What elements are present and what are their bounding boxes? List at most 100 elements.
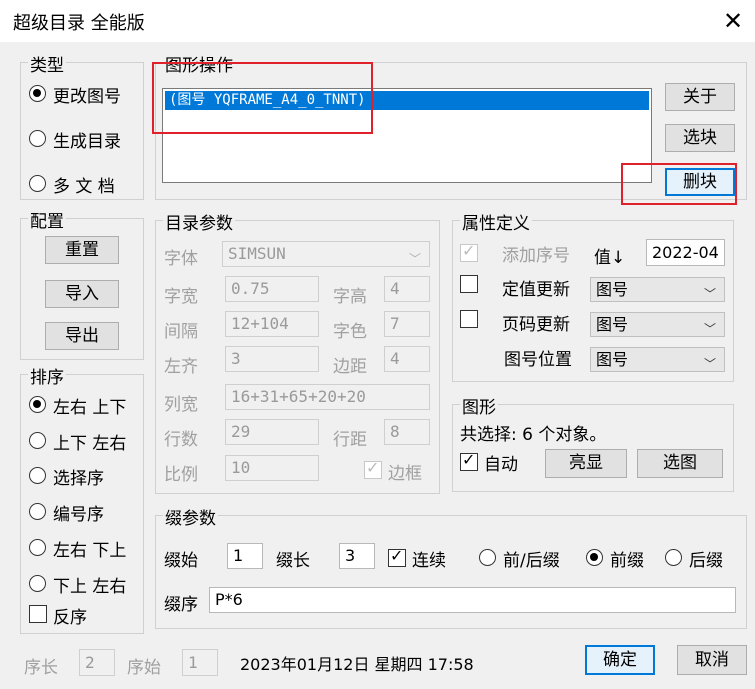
- radio-suffix[interactable]: [665, 549, 682, 566]
- datetime-text: 2023年01月12日 星期四 17:58: [240, 655, 474, 674]
- radio-prefix-suffix-label: 前/后缀: [503, 551, 560, 571]
- radio-sort-lr-tb-label: 左右 上下: [53, 398, 127, 418]
- sort-legend: 排序: [28, 363, 66, 388]
- add-seq-label: 添加序号: [502, 246, 570, 266]
- add-seq-checkbox[interactable]: ✓: [460, 241, 478, 262]
- radio-sort-lr-tb[interactable]: [29, 396, 46, 413]
- row-spacing-label: 行距: [333, 430, 367, 450]
- radio-sort-bt-lr[interactable]: [29, 575, 46, 592]
- seq-length-label: 序长: [24, 658, 58, 678]
- reverse-label: 反序: [53, 608, 87, 628]
- page-update-label: 页码更新: [502, 315, 570, 335]
- radio-prefix-suffix[interactable]: [479, 549, 496, 566]
- char-color-label: 字色: [333, 322, 367, 342]
- page-update-select[interactable]: 图号 ﹀: [590, 312, 725, 337]
- chevron-down-icon: ﹀: [408, 252, 421, 266]
- radio-sort-lr-bt-label: 左右 下上: [53, 541, 127, 561]
- radio-multi-doc-label: 多 文 档: [53, 177, 115, 197]
- level-params-legend: 缀参数: [163, 504, 218, 529]
- radio-generate-catalog[interactable]: [29, 130, 46, 147]
- radio-sort-number-label: 编号序: [53, 505, 104, 525]
- config-legend: 配置: [28, 207, 66, 232]
- value-input[interactable]: 2022-04: [646, 239, 725, 266]
- page-update-checkbox[interactable]: [460, 310, 478, 328]
- highlight-box-delete: [621, 163, 737, 205]
- import-button[interactable]: 导入: [45, 280, 119, 308]
- font-value: SIMSUN: [228, 244, 286, 263]
- radio-sort-selection[interactable]: [29, 467, 46, 484]
- type-legend: 类型: [28, 51, 66, 76]
- continuous-checkbox[interactable]: ✓: [388, 546, 406, 567]
- shape-legend: 图形: [460, 393, 498, 418]
- reverse-checkbox[interactable]: [29, 605, 47, 623]
- font-label: 字体: [164, 249, 198, 269]
- radio-sort-lr-bt[interactable]: [29, 539, 46, 556]
- window-title: 超级目录 全能版: [13, 13, 145, 34]
- left-align-field[interactable]: 3: [225, 346, 319, 372]
- auto-checkbox[interactable]: ✓: [460, 450, 478, 471]
- radio-multi-doc[interactable]: [29, 175, 46, 192]
- radio-sort-tb-lr[interactable]: [29, 432, 46, 449]
- border-label: 边框: [388, 464, 422, 484]
- radio-prefix[interactable]: [586, 549, 603, 566]
- level-order-field[interactable]: P*6: [209, 587, 736, 613]
- select-shape-button[interactable]: 选图: [637, 449, 723, 478]
- fixed-update-checkbox[interactable]: [460, 275, 478, 293]
- ok-button[interactable]: 确定: [585, 645, 655, 675]
- radio-change-number-label: 更改图号: [53, 87, 121, 107]
- auto-label: 自动: [484, 455, 518, 475]
- fixed-update-label: 定值更新: [502, 280, 570, 300]
- char-color-field[interactable]: 7: [384, 311, 430, 337]
- level-length-label: 缀长: [276, 551, 310, 571]
- chevron-down-icon: ﹀: [703, 357, 716, 371]
- row-count-field[interactable]: 29: [225, 419, 319, 445]
- char-height-field[interactable]: 4: [384, 276, 430, 302]
- reset-button[interactable]: 重置: [45, 236, 119, 264]
- cancel-button[interactable]: 取消: [677, 645, 747, 675]
- fixed-update-value: 图号: [596, 280, 629, 299]
- level-start-label: 缀始: [164, 551, 198, 571]
- spacing-field[interactable]: 12+104: [225, 311, 319, 337]
- seq-start-field[interactable]: 1: [182, 649, 218, 676]
- radio-change-number[interactable]: [29, 85, 46, 102]
- level-length-field[interactable]: 3: [339, 543, 375, 569]
- fixed-update-select[interactable]: 图号 ﹀: [590, 277, 725, 302]
- about-button[interactable]: 关于: [665, 83, 735, 111]
- attr-def-legend: 属性定义: [460, 209, 532, 234]
- row-count-label: 行数: [164, 430, 198, 450]
- radio-sort-number[interactable]: [29, 503, 46, 520]
- spacing-label: 间隔: [164, 322, 198, 342]
- margin-field[interactable]: 4: [384, 346, 430, 372]
- row-spacing-field[interactable]: 8: [384, 419, 430, 445]
- dialog-window: 超级目录 全能版 ✕ 类型 更改图号 生成目录 多 文 档 图形操作 (图号 Y…: [0, 0, 755, 689]
- drawing-pos-value: 图号: [596, 350, 629, 369]
- radio-prefix-label: 前缀: [610, 551, 644, 571]
- export-button[interactable]: 导出: [45, 322, 119, 350]
- col-width-field[interactable]: 16+31+65+20+20: [225, 384, 430, 410]
- radio-sort-tb-lr-label: 上下 左右: [53, 434, 127, 454]
- selection-count-text: 共选择: 6 个对象。: [460, 425, 607, 445]
- border-checkbox[interactable]: ✓: [364, 458, 382, 479]
- col-width-label: 列宽: [164, 395, 198, 415]
- close-icon[interactable]: ✕: [718, 6, 748, 36]
- scale-field[interactable]: 10: [225, 455, 319, 481]
- char-height-label: 字高: [333, 287, 367, 307]
- check-icon: ✓: [462, 450, 476, 469]
- value-sort-label[interactable]: 值↓: [594, 243, 625, 268]
- char-width-label: 字宽: [164, 287, 198, 307]
- left-align-label: 左齐: [164, 357, 198, 377]
- font-select[interactable]: SIMSUN ﹀: [222, 241, 430, 267]
- seq-start-label: 序始: [127, 658, 161, 678]
- highlight-box-list: [152, 62, 373, 134]
- catalog-params-legend: 目录参数: [163, 209, 235, 234]
- highlight-button[interactable]: 亮显: [545, 449, 627, 478]
- chevron-down-icon: ﹀: [703, 322, 716, 336]
- select-block-button[interactable]: 选块: [665, 124, 735, 152]
- seq-length-field[interactable]: 2: [79, 649, 115, 676]
- margin-label: 边距: [333, 357, 367, 377]
- level-start-field[interactable]: 1: [227, 543, 263, 569]
- page-update-value: 图号: [596, 315, 629, 334]
- char-width-field[interactable]: 0.75: [225, 276, 319, 302]
- check-icon: ✓: [462, 241, 476, 260]
- drawing-pos-select[interactable]: 图号 ﹀: [590, 347, 725, 372]
